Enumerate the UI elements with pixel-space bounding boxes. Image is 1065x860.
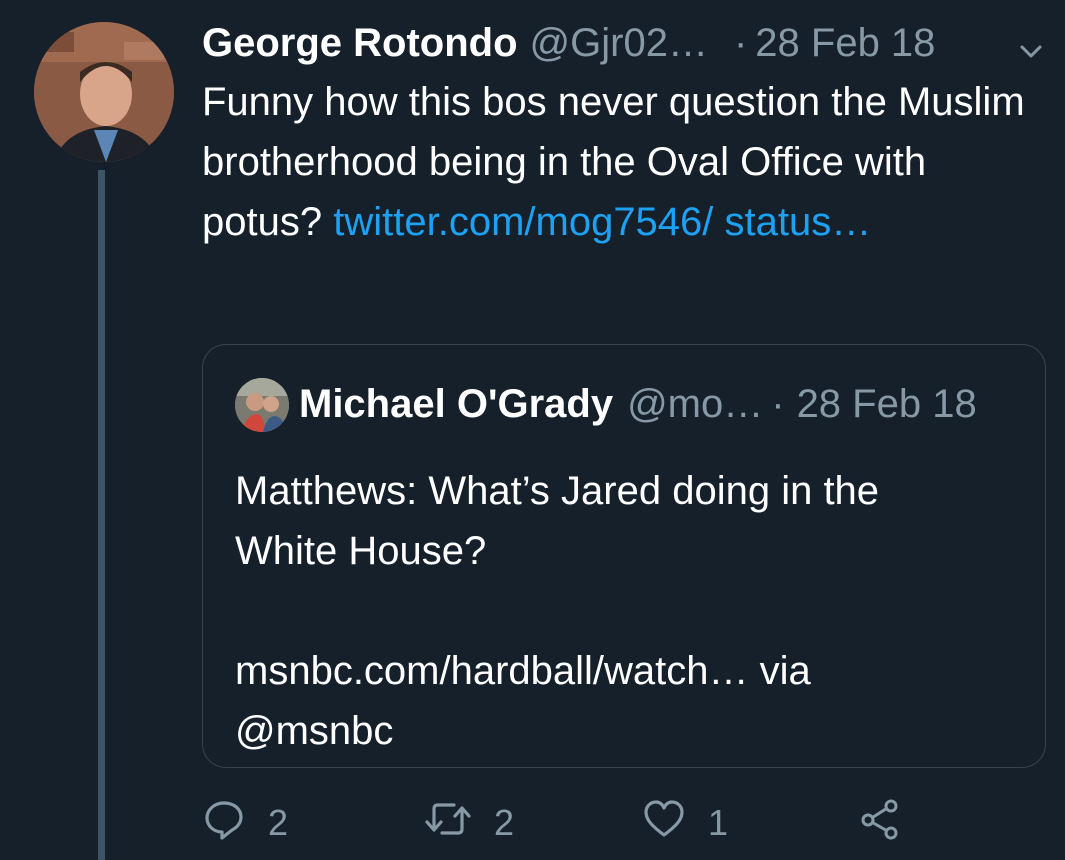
tweet-date[interactable]: 28 Feb 18 [755,21,935,66]
like-count: 1 [708,802,729,843]
author-handle[interactable]: @Gjr02… [530,21,708,66]
quoted-tweet-card[interactable]: Michael O'Grady @mo… · 28 Feb 18 Matthew… [202,344,1046,768]
reply-icon [202,797,268,850]
retweet-button[interactable]: 2 [424,800,514,846]
thread-line [98,170,105,860]
tweet-text: Funny how this bos never question the Mu… [202,72,1042,252]
quoted-author-handle: @mo… [627,381,764,426]
tweet-actions: 2 2 1 [202,799,924,846]
quoted-author-name: Michael O'Grady [299,381,614,426]
tweet-link[interactable]: twitter.com/mog7546/ status… [333,200,871,244]
chevron-down-icon[interactable] [1017,30,1045,58]
author-avatar[interactable] [34,22,174,162]
quoted-tweet-header: Michael O'Grady @mo… · 28 Feb 18 [299,377,1025,431]
separator-dot: · [733,20,748,65]
quoted-mention-line: @msnbc [235,709,394,753]
retweet-count: 2 [494,802,515,843]
reply-button[interactable]: 2 [202,800,288,846]
like-button[interactable]: 1 [642,799,729,846]
separator-dot: · [771,381,785,426]
quoted-tweet-date: 28 Feb 18 [796,381,977,426]
share-button[interactable] [858,799,924,846]
quoted-link-line: msnbc.com/hardball/watch… via [235,649,811,693]
share-icon [858,797,924,850]
quoted-tweet-text: Matthews: What’s Jared doing in the Whit… [235,461,1015,761]
reply-count: 2 [268,802,289,843]
tweet-header: George Rotondo @Gjr02… · 28 Feb 18 [202,18,1045,68]
retweet-icon [424,797,494,850]
heart-icon [642,797,708,850]
quoted-text-line: Matthews: What’s Jared doing in the [235,469,880,513]
quoted-author-avatar [235,378,289,432]
author-name[interactable]: George Rotondo [202,21,518,66]
quoted-text-line: White House? [235,529,487,573]
